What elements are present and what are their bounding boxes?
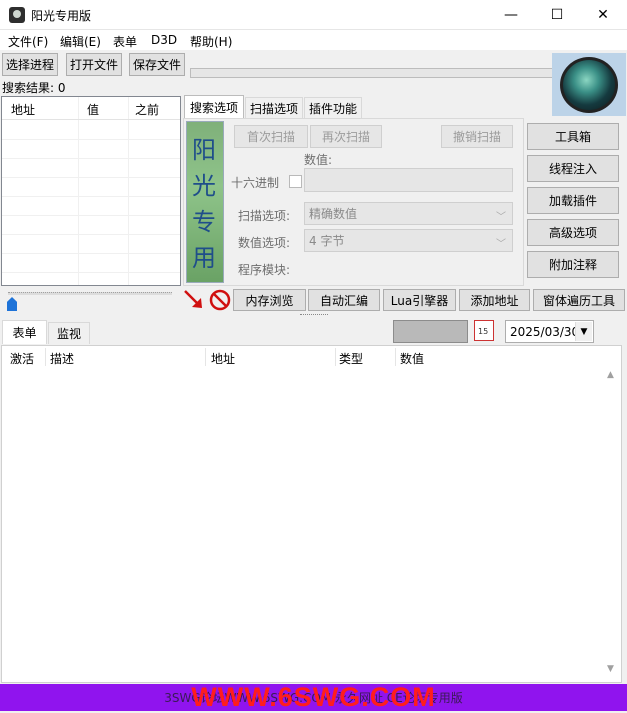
footer-watermark: WWW.6SWG.COM [191, 684, 436, 711]
sun-char-1: 阳 [192, 136, 216, 164]
sun-char-3: 专 [192, 208, 216, 236]
footer-banner: 3SWG论坛WWW.6SWG.COM 永久网址 CE论坛专用版 WWW.6SWG… [0, 684, 627, 711]
value-label: 数值: [304, 153, 333, 167]
chevron-down-icon: ﹀ [496, 212, 506, 223]
sun-char-2: 光 [192, 172, 216, 200]
menu-file[interactable]: 文件(F) [8, 33, 48, 50]
hex-label: 十六进制 [231, 176, 280, 190]
scan-type-label: 扫描选项: [238, 209, 291, 223]
calendar-icon[interactable]: 15 [474, 320, 494, 341]
scan-progress-bar [190, 68, 554, 78]
load-plugin-button[interactable]: 加载插件 [527, 187, 619, 214]
chevron-down-icon[interactable]: ▼ [575, 322, 592, 341]
header-description[interactable]: 描述 [50, 350, 74, 367]
calendar-day: 15 [478, 327, 489, 336]
select-process-button[interactable]: 选择进程 [2, 53, 58, 76]
tab-monitor[interactable]: 监视 [48, 322, 90, 344]
header-active[interactable]: 激活 [10, 350, 34, 367]
app-icon [9, 7, 25, 23]
slider-track [8, 292, 172, 295]
minimize-button[interactable]: — [488, 0, 534, 30]
scan-type-select[interactable]: 精确数值 ﹀ [304, 202, 513, 225]
lua-engine-button[interactable]: Lua引擎器 [383, 289, 456, 311]
tab-search-options[interactable]: 搜索选项 [184, 95, 244, 119]
hex-checkbox[interactable] [289, 175, 302, 188]
date-value: 2025/03/30 [510, 324, 580, 339]
auto-assemble-button[interactable]: 自动汇编 [308, 289, 380, 311]
slider-thumb[interactable] [7, 297, 17, 311]
add-comment-button[interactable]: 附加注释 [527, 251, 619, 278]
value-type-select[interactable]: 4 字节 ﹀ [304, 229, 513, 252]
chevron-down-icon: ﹀ [496, 239, 506, 250]
tab-scan-options[interactable]: 扫描选项 [245, 97, 303, 119]
next-scan-button[interactable]: 再次扫描 [310, 125, 382, 148]
header-type[interactable]: 类型 [339, 350, 363, 367]
memory-browse-button[interactable]: 内存浏览 [233, 289, 306, 311]
date-picker[interactable]: 2025/03/30 ▼ [505, 320, 594, 343]
add-address-button[interactable]: 添加地址 [459, 289, 530, 311]
menu-edit[interactable]: 编辑(E) [60, 33, 101, 50]
close-button[interactable]: ✕ [580, 0, 626, 30]
sun-char-4: 用 [192, 244, 216, 272]
value-type-value: 4 字节 [309, 234, 345, 248]
scan-type-value: 精确数值 [309, 207, 358, 221]
cheat-table[interactable]: 激活 描述 地址 类型 数值 [1, 345, 622, 683]
menu-table[interactable]: 表单 [113, 33, 137, 50]
column-value[interactable]: 值 [87, 101, 99, 118]
save-file-button[interactable]: 保存文件 [129, 53, 185, 76]
column-previous[interactable]: 之前 [135, 101, 159, 118]
open-file-button[interactable]: 打开文件 [66, 53, 122, 76]
arrow-icon[interactable] [182, 288, 206, 312]
vertical-scrollbar[interactable]: ▲ ▼ [604, 366, 621, 682]
window-title: 阳光专用版 [31, 9, 92, 23]
column-address[interactable]: 地址 [11, 101, 35, 118]
scroll-down-icon[interactable]: ▼ [607, 664, 614, 674]
tab-table[interactable]: 表单 [2, 320, 47, 344]
menu-help[interactable]: 帮助(H) [190, 33, 232, 50]
gray-field [393, 320, 468, 343]
splitter-handle[interactable] [300, 314, 328, 317]
results-list[interactable]: 地址 值 之前 [1, 96, 181, 286]
header-address[interactable]: 地址 [211, 350, 235, 367]
value-input[interactable] [304, 168, 513, 192]
scroll-up-icon[interactable]: ▲ [607, 370, 614, 380]
value-type-label: 数值选项: [238, 236, 291, 250]
window-traverse-button[interactable]: 窗体遍历工具 [533, 289, 625, 311]
toolbox-button[interactable]: 工具箱 [527, 123, 619, 150]
undo-scan-button[interactable]: 撤销扫描 [441, 125, 513, 148]
no-entry-icon[interactable] [208, 288, 232, 312]
maximize-button[interactable]: ☐ [534, 0, 580, 30]
menu-d3d[interactable]: D3D [151, 33, 177, 47]
thread-inject-button[interactable]: 线程注入 [527, 155, 619, 182]
advanced-options-button[interactable]: 高级选项 [527, 219, 619, 246]
menu-bar: 文件(F) 编辑(E) 表单 D3D 帮助(H) [0, 30, 627, 50]
title-bar: 阳光专用版 — ☐ ✕ [0, 0, 627, 30]
header-value[interactable]: 数值 [400, 350, 424, 367]
avatar [552, 53, 626, 116]
first-scan-button[interactable]: 首次扫描 [234, 125, 308, 148]
results-count: 搜索结果: 0 [2, 81, 66, 95]
tab-plugin-functions[interactable]: 插件功能 [304, 97, 362, 119]
module-label: 程序模块: [238, 263, 291, 277]
sun-banner: 阳 光 专 用 [186, 121, 224, 283]
